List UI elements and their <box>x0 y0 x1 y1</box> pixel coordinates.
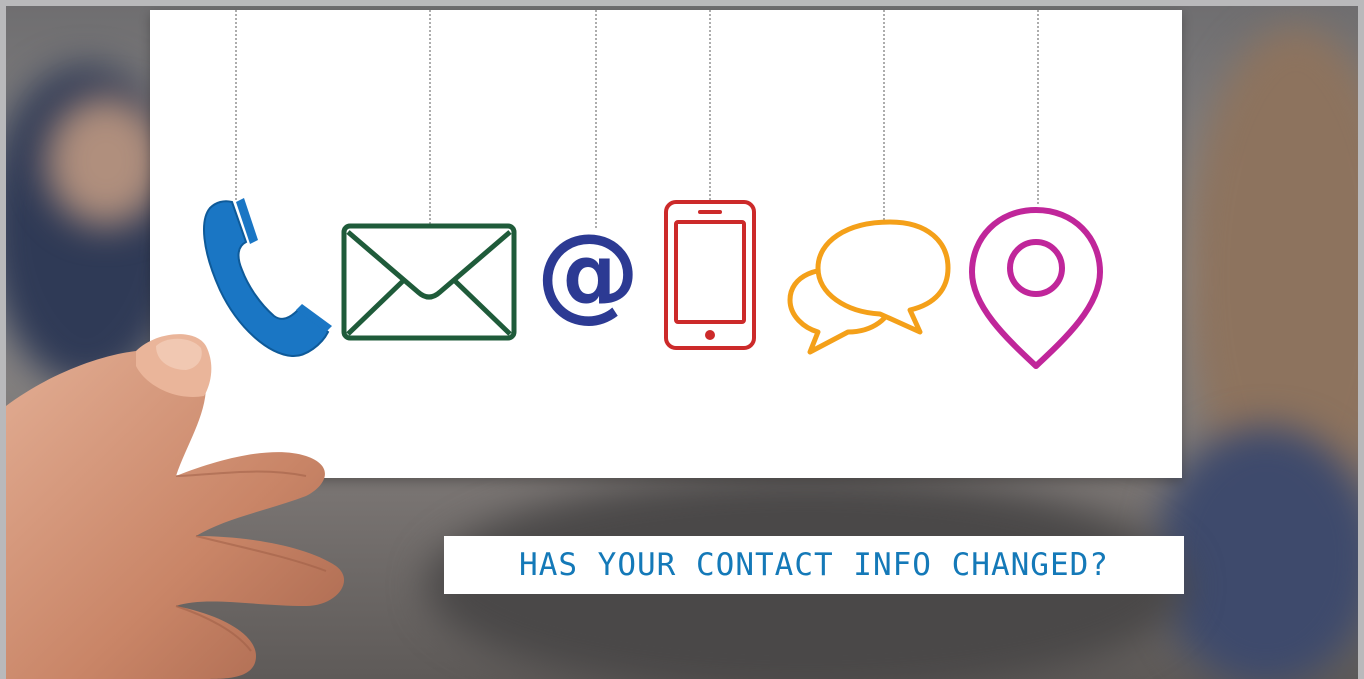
at-sign-icon: @ <box>536 211 640 333</box>
svg-text:@: @ <box>536 211 640 333</box>
photo-background: @ HAS YOUR CONTACT INFO CHANGED? <box>6 6 1358 679</box>
bg-shirt-right <box>1156 426 1358 679</box>
mobile-phone-icon <box>664 200 756 350</box>
chat-bubbles-icon <box>787 219 951 355</box>
headline-banner: HAS YOUR CONTACT INFO CHANGED? <box>444 536 1184 594</box>
headline-text: HAS YOUR CONTACT INFO CHANGED? <box>519 547 1109 583</box>
location-pin-icon <box>969 207 1103 369</box>
